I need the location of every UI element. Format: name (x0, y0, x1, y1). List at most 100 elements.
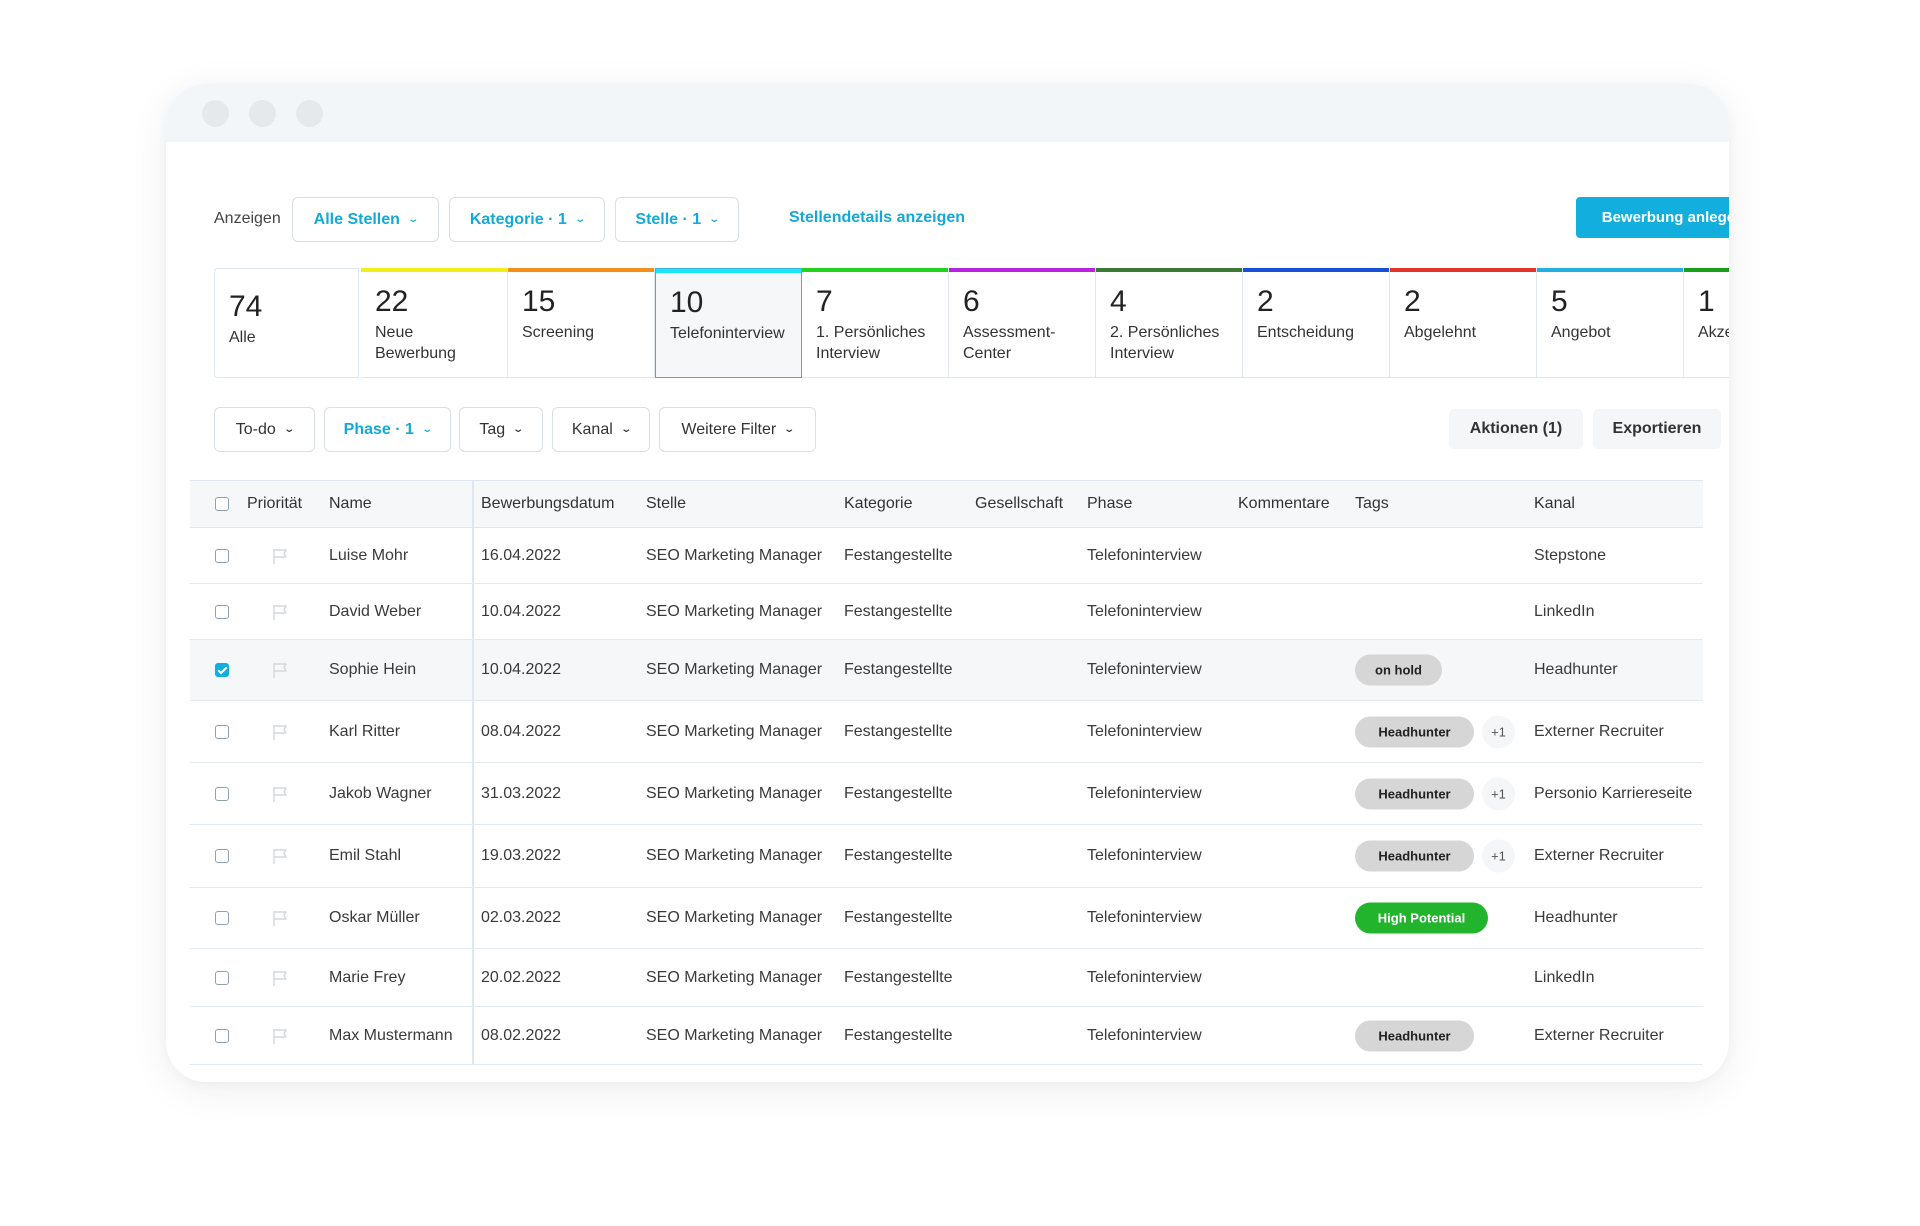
phase-color-bar (508, 268, 654, 272)
priority-flag-icon[interactable] (271, 1027, 289, 1045)
priority-flag-icon[interactable] (271, 603, 289, 621)
column-header-tags[interactable]: Tags (1355, 495, 1389, 513)
phase-filter-dropdown[interactable]: Phase · 1 ⌄ (324, 407, 451, 452)
channel-filter-dropdown[interactable]: Kanal ⌄ (552, 407, 650, 452)
channel-cell: LinkedIn (1534, 968, 1595, 986)
phase-label: Alle (229, 329, 256, 346)
column-header-phase[interactable]: Phase (1087, 495, 1132, 513)
phase-count: 1 (1698, 285, 1715, 318)
more-tags-badge[interactable]: +1 (1482, 715, 1515, 748)
category-cell: Festangestellte (844, 546, 953, 564)
window-close-button[interactable] (202, 100, 229, 127)
actions-button[interactable]: Aktionen (1) (1449, 409, 1583, 449)
show-position-details-link[interactable]: Stellendetails anzeigen (789, 209, 965, 227)
table-row[interactable]: Marie Frey 20.02.2022 SEO Marketing Manage… (190, 949, 1703, 1007)
all-positions-dropdown[interactable]: Alle Stellen ⌄ (292, 197, 439, 242)
application-date: 19.03.2022 (481, 847, 562, 864)
column-header-comments[interactable]: Kommentare (1238, 495, 1330, 513)
create-application-button[interactable]: Bewerbung anlegen (1576, 197, 1729, 238)
window-maximize-button[interactable] (296, 100, 323, 127)
phase-count: 15 (522, 285, 556, 318)
column-header-position[interactable]: Stelle (646, 495, 686, 513)
candidate-name[interactable]: Max Mustermann (329, 1027, 453, 1045)
column-header-name[interactable]: Name (329, 495, 372, 513)
todo-filter-dropdown[interactable]: To-do ⌄ (214, 407, 315, 452)
chevron-down-icon: ⌄ (407, 214, 419, 225)
position-dropdown[interactable]: Stelle · 1 ⌄ (615, 197, 739, 242)
tag-badge[interactable]: on hold (1355, 654, 1442, 686)
candidate-name[interactable]: Sophie Hein (329, 661, 416, 679)
channel-cell: Personio Karriereseite (1534, 784, 1693, 802)
category-dropdown[interactable]: Kategorie · 1 ⌄ (449, 197, 605, 242)
phase-card[interactable]: 4 2. Persönliches Interview (1096, 268, 1243, 378)
phase-card[interactable]: 74 Alle (214, 268, 359, 378)
phase-count: 4 (1110, 285, 1127, 318)
tag-badge[interactable]: High Potential (1355, 902, 1488, 934)
table-row[interactable]: Karl Ritter 08.04.2022 SEO Marketing Manag… (190, 701, 1703, 763)
candidate-name[interactable]: Jakob Wagner (329, 785, 432, 803)
priority-flag-icon[interactable] (271, 909, 289, 927)
phase-card[interactable]: 2 Abgelehnt (1390, 268, 1537, 378)
row-checkbox[interactable] (215, 911, 229, 925)
candidate-name[interactable]: Emil Stahl (329, 847, 401, 865)
row-checkbox[interactable] (215, 724, 229, 739)
phase-card[interactable]: 2 Entscheidung (1243, 268, 1390, 378)
tag-badge[interactable]: Headhunter (1355, 778, 1474, 809)
row-checkbox[interactable] (215, 663, 229, 677)
table-row[interactable]: David Weber 10.04.2022 SEO Marketing Manag… (190, 584, 1703, 640)
row-checkbox[interactable] (215, 548, 229, 563)
phase-cell: Telefoninterview (1087, 847, 1202, 864)
phase-card[interactable]: 6 Assessment-Center (949, 268, 1096, 378)
phase-label: 2. Persönliches Interview (1110, 324, 1220, 362)
phase-count: 7 (816, 285, 833, 318)
phase-card[interactable]: 15 Screening (508, 268, 655, 378)
priority-flag-icon[interactable] (271, 661, 289, 679)
row-checkbox[interactable] (215, 970, 229, 985)
tag-badge[interactable]: Headhunter (1355, 840, 1474, 872)
tag-badge[interactable]: Headhunter (1355, 1020, 1474, 1051)
phase-card[interactable]: 7 1. Persönliches Interview (802, 268, 949, 378)
priority-flag-icon[interactable] (271, 723, 289, 741)
select-all-checkbox[interactable] (215, 497, 229, 511)
tag-filter-dropdown[interactable]: Tag ⌄ (459, 407, 543, 452)
column-header-company[interactable]: Gesellschaft (975, 495, 1063, 513)
priority-flag-icon[interactable] (271, 547, 289, 565)
dropdown-label: Weitere Filter (681, 420, 777, 438)
table-row[interactable]: Jakob Wagner 31.03.2022 SEO Marketing Mana… (190, 763, 1703, 825)
candidate-name[interactable]: Oskar Müller (329, 909, 420, 927)
table-row[interactable]: Oskar Müller 02.03.2022 SEO Marketing Mana… (190, 888, 1703, 949)
window-minimize-button[interactable] (249, 100, 276, 127)
priority-flag-icon[interactable] (271, 847, 289, 865)
candidate-name[interactable]: Luise Mohr (329, 547, 408, 565)
more-tags-badge[interactable]: +1 (1482, 777, 1515, 810)
candidate-name[interactable]: Marie Frey (329, 969, 405, 987)
table-row[interactable]: Sophie Hein 10.04.2022 SEO Marketing Manag… (190, 640, 1703, 701)
table-row[interactable]: Luise Mohr 16.04.2022 SEO Marketing Manage… (190, 528, 1703, 584)
candidate-name[interactable]: David Weber (329, 603, 421, 621)
phase-card[interactable]: 10 Telefoninterview (655, 268, 802, 378)
table-row[interactable]: Emil Stahl 19.03.2022 SEO Marketing Manage… (190, 825, 1703, 888)
phase-card[interactable]: 5 Angebot (1537, 268, 1684, 378)
column-header-priority[interactable]: Priorität (247, 495, 302, 513)
phase-card[interactable]: 1 Akzeptiert (1684, 268, 1729, 378)
row-checkbox[interactable] (215, 1028, 229, 1043)
application-date: 02.03.2022 (481, 909, 562, 926)
priority-flag-icon[interactable] (271, 785, 289, 803)
tag-badge[interactable]: Headhunter (1355, 716, 1474, 747)
candidate-name[interactable]: Karl Ritter (329, 723, 400, 741)
table-row[interactable]: Max Mustermann 08.02.2022 SEO Marketing Ma… (190, 1007, 1703, 1065)
position-cell: SEO Marketing Manager (646, 546, 823, 564)
priority-flag-icon[interactable] (271, 969, 289, 987)
column-header-channel[interactable]: Kanal (1534, 495, 1575, 513)
dropdown-label: To-do (235, 420, 276, 438)
row-checkbox[interactable] (215, 849, 229, 863)
more-filters-dropdown[interactable]: Weitere Filter ⌄ (659, 407, 816, 452)
export-button[interactable]: Exportieren (1593, 409, 1721, 449)
column-header-application-date[interactable]: Bewerbungsdatum (481, 495, 614, 513)
row-checkbox[interactable] (215, 604, 229, 619)
row-checkbox[interactable] (215, 786, 229, 801)
more-tags-badge[interactable]: +1 (1482, 839, 1515, 873)
column-header-category[interactable]: Kategorie (844, 495, 913, 513)
phase-card[interactable]: 22 Neue Bewerbung (361, 268, 508, 378)
chevron-down-icon: ⌄ (512, 424, 525, 435)
